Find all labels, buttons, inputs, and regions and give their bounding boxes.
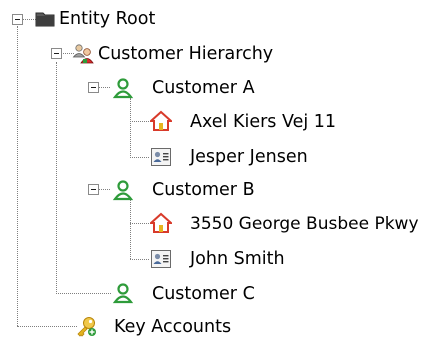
- contact-card-icon: [150, 146, 172, 168]
- tree-connector: [130, 259, 149, 260]
- tree-node-label: Customer B: [152, 180, 255, 200]
- tree-connector: [99, 87, 110, 88]
- tree-node-label: Key Accounts: [114, 317, 232, 337]
- tree-connector: [130, 200, 131, 259]
- tree-node-label: Entity Root: [59, 9, 156, 29]
- tree-connector: [130, 121, 149, 122]
- tree-node-label: Customer C: [152, 284, 255, 304]
- key-accounts-icon: [76, 315, 98, 337]
- tree-connector: [56, 62, 57, 292]
- tree-connector: [17, 326, 77, 327]
- folder-icon: [34, 8, 56, 30]
- customer-icon: [112, 77, 134, 99]
- tree-connector: [130, 98, 131, 156]
- customer-icon: [112, 282, 134, 304]
- tree-connector: [99, 189, 110, 190]
- tree-node-label: John Smith: [190, 249, 285, 269]
- collapse-toggle[interactable]: [88, 82, 99, 93]
- tree-connector: [56, 293, 111, 294]
- tree-node-label: 3550 George Busbee Pkwy: [190, 214, 419, 234]
- collapse-toggle[interactable]: [51, 48, 62, 59]
- home-icon: [150, 212, 172, 234]
- tree-node-label: Customer Hierarchy: [98, 44, 274, 64]
- tree-connector: [130, 223, 149, 224]
- home-icon: [150, 110, 172, 132]
- tree-connector: [17, 26, 18, 326]
- contact-card-icon: [150, 248, 172, 270]
- tree-connector: [130, 157, 149, 158]
- tree-node-label: Axel Kiers Vej 11: [190, 112, 337, 132]
- collapse-toggle[interactable]: [88, 184, 99, 195]
- users-group-icon: [72, 42, 94, 64]
- customer-icon: [112, 179, 134, 201]
- tree-node-label: Customer A: [152, 78, 255, 98]
- collapse-toggle[interactable]: [12, 14, 23, 25]
- tree-node-label: Jesper Jensen: [190, 147, 308, 167]
